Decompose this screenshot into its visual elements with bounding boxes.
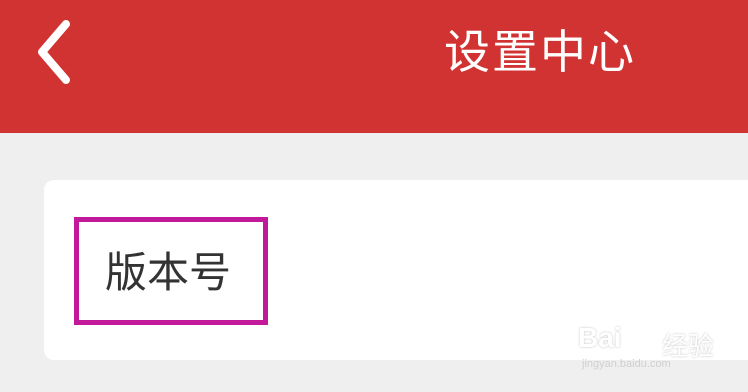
paw-icon (624, 319, 655, 351)
watermark-logo: Bai (578, 322, 622, 353)
watermark: Bai 经验 jingyan.baidu.com (578, 318, 740, 370)
top-bar: 设置中心 (0, 0, 748, 133)
watermark-url: jingyan.baidu.com (582, 358, 671, 370)
page-title: 设置中心 (444, 25, 636, 79)
back-button[interactable] (22, 14, 86, 90)
chevron-left-icon (38, 20, 70, 84)
settings-item-label: 版本号 (105, 248, 232, 297)
